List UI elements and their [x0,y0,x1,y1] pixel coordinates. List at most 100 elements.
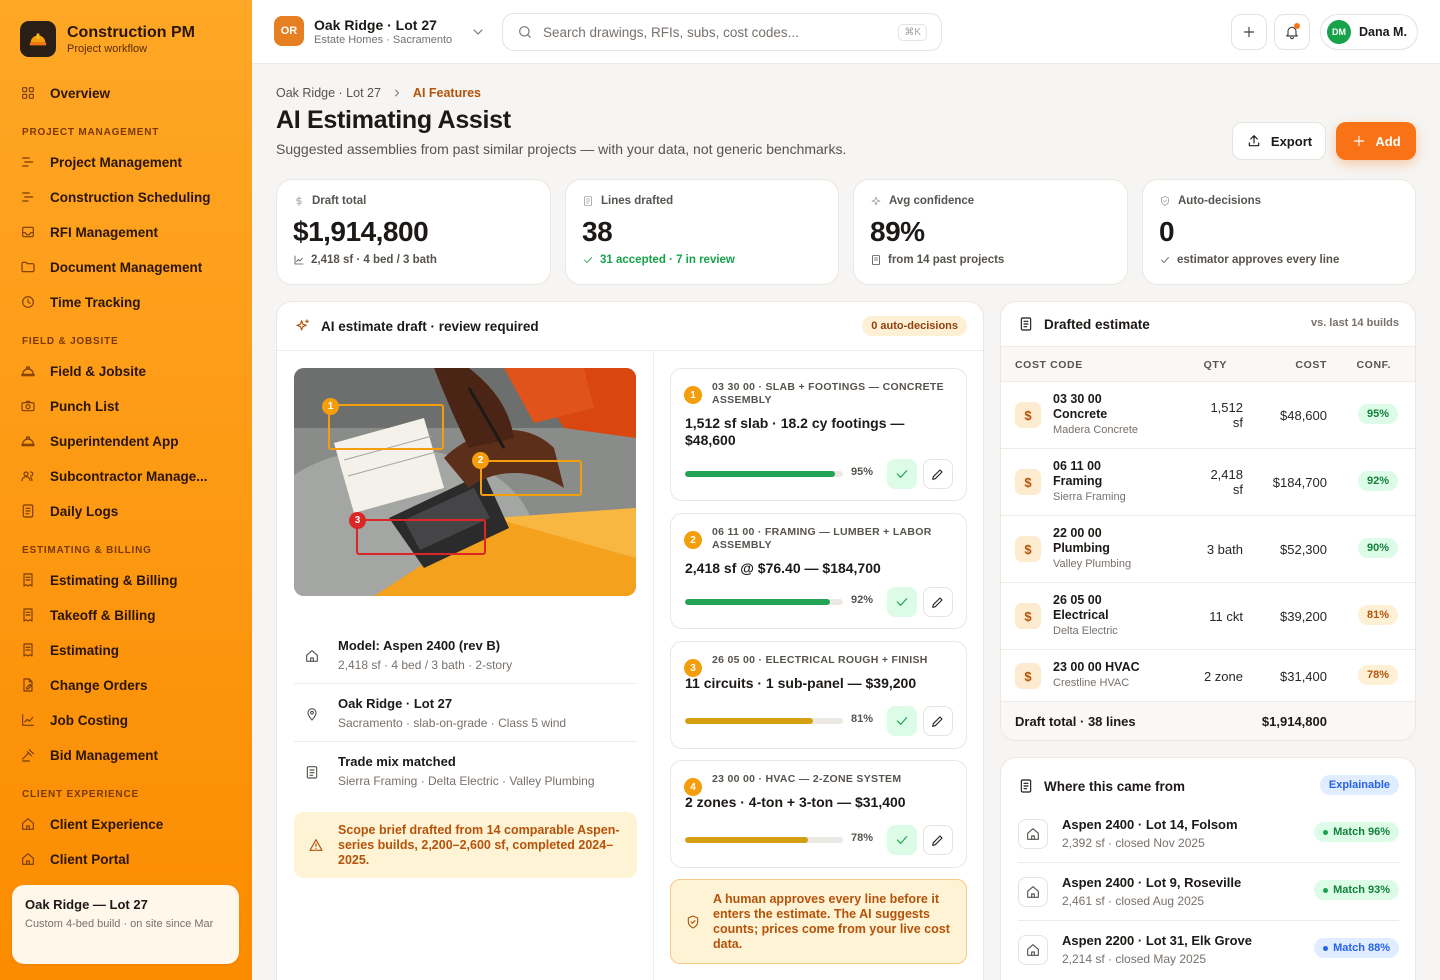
nav-label: Overview [50,85,111,101]
detection-box-2[interactable] [480,460,582,496]
accept-button[interactable] [887,706,917,736]
nav-rfi-management[interactable]: RFI Management [20,218,232,246]
chevron-down-icon[interactable] [470,24,486,40]
nav-client-portal[interactable]: Client Portal [20,845,232,873]
row-cost-code: 22 00 00 Plumbing [1053,526,1110,555]
table-row[interactable]: $ 23 00 00 HVAC Crestline HVAC 2 zone $3… [1001,650,1415,702]
project-switcher[interactable]: OR Oak Ridge · Lot 27 Estate Homes · Sac… [274,16,452,46]
nav-project-management[interactable]: Project Management [20,148,232,176]
stat-label: Lines drafted [601,195,674,207]
row-vendor: Madera Concrete [1053,424,1138,436]
detection-marker-2: 2 [472,452,489,469]
nav-job-costing[interactable]: Job Costing [20,706,232,734]
detection-box-1[interactable] [328,404,444,450]
create-button[interactable] [1231,14,1267,50]
file-edit-icon [23,678,33,692]
meta-model: Model: Aspen 2400 (rev B) 2,418 sf · 4 be… [294,626,637,684]
user-menu[interactable]: DM Dana M. [1320,14,1418,50]
dollar-icon: $ [1015,402,1041,428]
nav-daily-logs[interactable]: Daily Logs [20,497,232,525]
stat-sub: estimator approves every line [1177,254,1340,266]
add-button[interactable]: Add [1336,122,1416,160]
draft-header: AI estimate draft · review required 0 au… [277,302,983,351]
brand[interactable]: Construction PM Project workflow [20,21,195,57]
detection-box-3[interactable] [356,519,486,555]
nav-field-jobsite[interactable]: Field & Jobsite [20,357,232,385]
check-icon [896,836,908,844]
confidence-bar [685,837,843,843]
confidence-badge: 81% [1357,605,1398,625]
edit-button[interactable] [923,587,953,617]
brand-title: Construction PM [67,23,195,41]
nav-change-orders[interactable]: Change Orders [20,671,232,699]
nav-subcontractor-management[interactable]: Subcontractor Manage... [20,462,232,490]
ai-draft-panel: AI estimate draft · review required 0 au… [276,301,984,980]
nav-estimating-billing[interactable]: Estimating & Billing [20,566,232,594]
row-qty: 2,418 sf [1210,467,1243,497]
meta-title: Trade mix matched [338,754,456,769]
table-row[interactable]: $ 22 00 00 Plumbing Valley Plumbing 3 ba… [1001,516,1415,583]
nav-superintendent-app[interactable]: Superintendent App [20,427,232,455]
nav-punch-list[interactable]: Punch List [20,392,232,420]
suggestion-number: 4 [684,778,702,796]
nav-takeoff-billing[interactable]: Takeoff & Billing [20,601,232,629]
accept-button[interactable] [887,459,917,489]
source-sub: 2,392 sf · closed Nov 2025 [1062,836,1205,850]
stat-value: 38 [582,216,613,247]
house-icon [22,818,34,830]
clipboard-icon [306,766,318,779]
table-row[interactable]: $ 26 05 00 Electrical Delta Electric 11 … [1001,583,1415,650]
source-sub: 2,214 sf · closed May 2025 [1062,952,1207,966]
nav-construction-scheduling[interactable]: Construction Scheduling [20,183,232,211]
search-shortcut: ⌘K [898,23,927,41]
edit-button[interactable] [923,459,953,489]
row-cost: $184,700 [1272,475,1327,490]
source-item[interactable]: Aspen 2200 · Lot 31, Elk Grove 2,214 sf … [1018,921,1399,979]
nav-time-tracking[interactable]: Time Tracking [20,288,232,316]
edit-button[interactable] [923,825,953,855]
warning-icon [309,839,323,851]
confidence-label: 81% [851,713,874,725]
notifications-button[interactable] [1274,14,1310,50]
search-input[interactable] [543,24,889,40]
breadcrumb-parent[interactable]: Oak Ridge · Lot 27 [276,86,381,100]
col-conf[interactable]: CONF. [1357,359,1392,371]
source-item[interactable]: Aspen 2400 · Lot 14, Folsom 2,392 sf · c… [1018,805,1399,863]
notification-dot [1294,23,1300,29]
nav-bid-management[interactable]: Bid Management [20,741,232,769]
hardhat-icon [21,366,35,377]
human-approval-note: A human approves every line before it en… [670,879,967,964]
search-icon [519,26,531,38]
nav-document-management[interactable]: Document Management [20,253,232,281]
row-cost-code: 26 05 00 Electrical [1053,593,1109,622]
stat-auto-decisions: Auto-decisions 0 estimator approves ever… [1142,179,1416,285]
breadcrumb-current[interactable]: AI Features [413,86,481,100]
footer-total: $1,914,800 [1261,714,1327,729]
edit-button[interactable] [923,706,953,736]
nav-estimating[interactable]: Estimating [20,636,232,664]
confidence-badge: 78% [1357,665,1398,685]
nav-label: Client Portal [50,851,130,867]
col-cost[interactable]: COST [1295,359,1327,371]
house-icon [1018,819,1048,849]
gantt-icon [22,157,34,167]
search-bar[interactable]: ⌘K [502,13,942,51]
confidence-fill [685,837,809,843]
source-item[interactable]: Aspen 2400 · Lot 9, Roseville 2,461 sf ·… [1018,863,1399,921]
accept-button[interactable] [887,587,917,617]
export-button[interactable]: Export [1232,122,1326,160]
project-name: Oak Ridge · Lot 27 [314,16,437,33]
col-cost-code[interactable]: COST CODE [1015,359,1083,371]
table-row[interactable]: $ 06 11 00 Framing Sierra Framing 2,418 … [1001,449,1415,516]
table-row[interactable]: $ 03 30 00 Concrete Madera Concrete 1,51… [1001,382,1415,449]
accept-button[interactable] [887,825,917,855]
col-qty[interactable]: QTY [1204,359,1227,371]
jobsite-photo[interactable]: 1 2 3 [294,368,636,596]
nav-client-experience[interactable]: Client Experience [20,810,232,838]
stat-label: Auto-decisions [1178,195,1262,207]
nav-overview[interactable]: Overview [20,79,232,107]
sidebar: Construction PM Project workflow Overvie… [0,0,252,980]
confidence-badge: 90% [1357,538,1398,558]
current-project-card[interactable]: Oak Ridge — Lot 27 Custom 4-bed build · … [12,885,239,964]
row-vendor: Sierra Framing [1053,491,1126,503]
